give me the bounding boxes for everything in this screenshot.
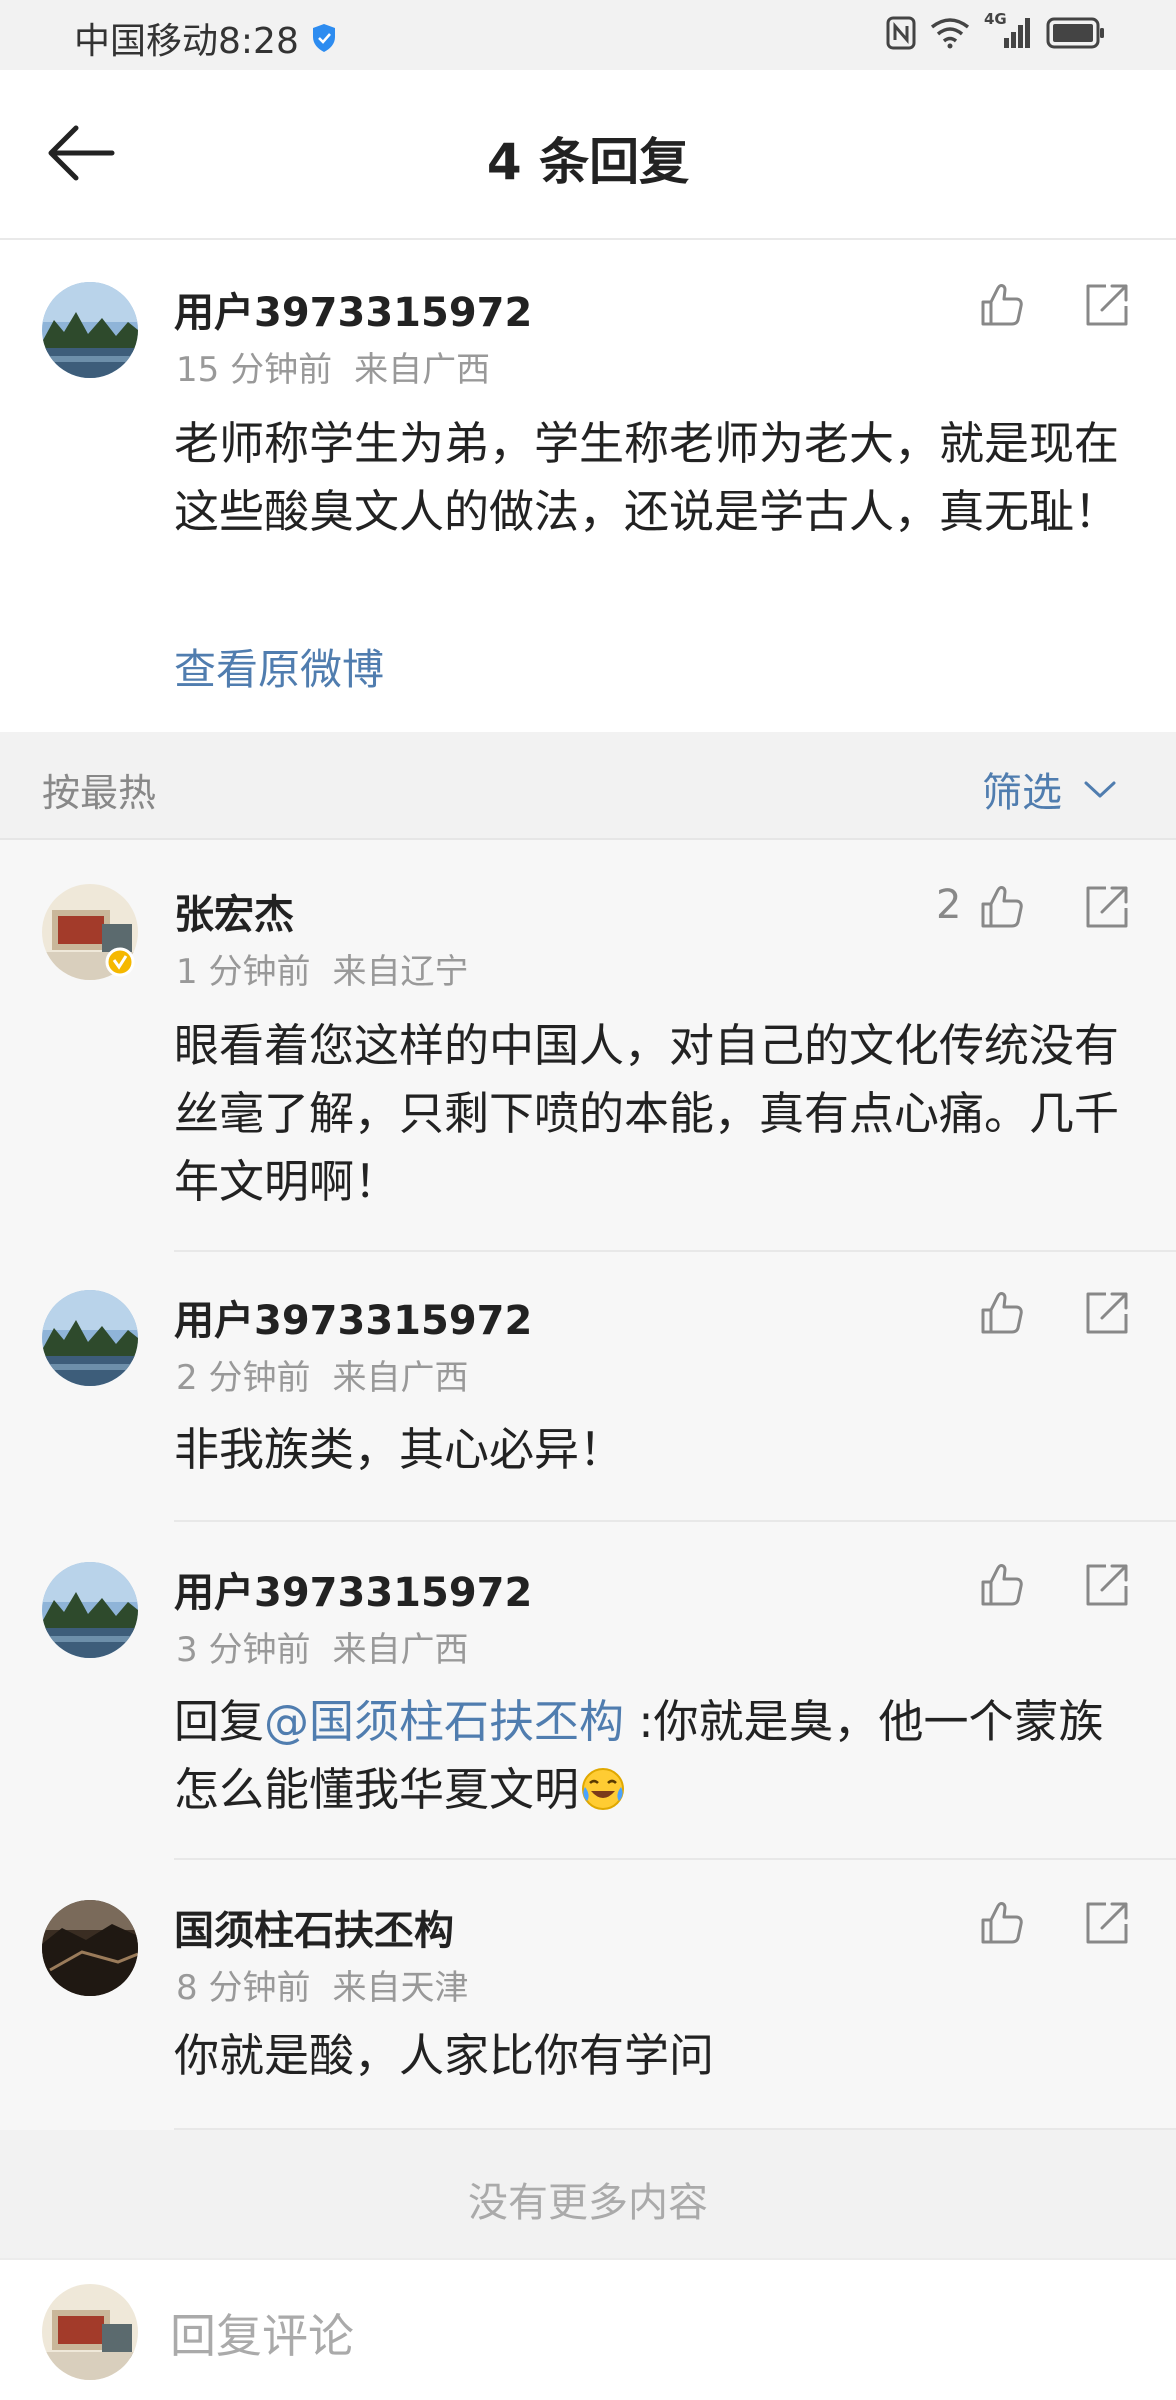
reply-time: 8 分钟前 [176, 1968, 311, 2008]
status-bar: 中国移动8:28 4G [0, 0, 1176, 70]
reply-location: 来自天津 [332, 1968, 469, 2008]
nfc-icon [886, 16, 916, 50]
share-icon[interactable] [1082, 1288, 1132, 1338]
wifi-icon [930, 18, 970, 49]
header: 4 条回复 [0, 70, 1176, 240]
reply-location: 来自辽宁 [332, 952, 469, 992]
like-icon[interactable] [976, 1560, 1026, 1610]
share-icon[interactable] [1082, 1560, 1132, 1610]
reply-input[interactable]: 回复评论 [170, 2300, 354, 2366]
comment-meta: 15 分钟前 来自广西 [176, 342, 490, 391]
share-icon[interactable] [1082, 280, 1132, 330]
original-comment: 用户3973315972 15 分钟前 来自广西 老师称学生为弟，学生称老师为老大… [0, 240, 1176, 732]
reply-content: 回复@国须柱石扶丕构 :你就是臭，他一个蒙族怎么能懂我华夏文明 [174, 1688, 1144, 1824]
reply-meta: 1 分钟前 来自辽宁 [176, 944, 468, 993]
username[interactable]: 张宏杰 [174, 882, 294, 940]
status-left: 中国移动8:28 [74, 12, 337, 64]
sort-hot-label[interactable]: 按最热 [42, 762, 156, 817]
like-icon[interactable] [976, 1288, 1026, 1338]
like-icon[interactable] [976, 280, 1026, 330]
chevron-down-icon [1084, 781, 1116, 798]
laugh-cry-emoji-icon [582, 1768, 625, 1810]
comment-time: 15 分钟前 [176, 350, 333, 390]
signal-icon: 4G [984, 10, 1032, 50]
reply-item: 用户3973315972 2 分钟前 来自广西 非我族类，其心必异！ [0, 1252, 1176, 1522]
mention-link[interactable]: @国须柱石扶丕构 [264, 1695, 624, 1748]
filter-label: 筛选 [982, 770, 1062, 816]
like-icon[interactable] [976, 882, 1026, 932]
reply-item: 张宏杰 1 分钟前 来自辽宁 2 眼看着您这样的中国人，对自己的文化传统没有丝毫了… [0, 840, 1176, 1252]
reply-item: 国须柱石扶丕构 8 分钟前 来自天津 你就是酸，人家比你有学问 [0, 1860, 1176, 2130]
comment-location: 来自广西 [354, 350, 491, 390]
username[interactable]: 用户3973315972 [174, 1560, 532, 1618]
reply-location: 来自广西 [332, 1358, 469, 1398]
comment-content: 老师称学生为弟，学生称老师为老大，就是现在这些酸臭文人的做法，还说是学古人，真无… [174, 417, 1120, 538]
avatar[interactable] [42, 1562, 138, 1658]
reply-location: 来自广西 [332, 1630, 469, 1670]
reply-meta: 8 分钟前 来自天津 [176, 1960, 468, 2009]
sort-bar: 按最热 筛选 [0, 732, 1176, 840]
reply-meta: 3 分钟前 来自广西 [176, 1622, 468, 1671]
divider [174, 2128, 1176, 2130]
carrier-time: 中国移动8:28 [74, 21, 299, 62]
reply-content: 眼看着您这样的中国人，对自己的文化传统没有丝毫了解，只剩下喷的本能，真有点心痛。… [174, 1019, 1120, 1208]
share-icon[interactable] [1082, 882, 1132, 932]
share-icon[interactable] [1082, 1898, 1132, 1948]
reply-time: 2 分钟前 [176, 1358, 311, 1398]
reply-time: 1 分钟前 [176, 952, 311, 992]
username[interactable]: 国须柱石扶丕构 [174, 1898, 454, 1956]
filter-button[interactable]: 筛选 [982, 760, 1118, 818]
no-more-label: 没有更多内容 [468, 2180, 708, 2226]
reply-content: 你就是酸，人家比你有学问 [174, 2029, 715, 2082]
username[interactable]: 用户3973315972 [174, 280, 532, 338]
status-right: 4G [886, 10, 1106, 50]
avatar[interactable] [42, 1900, 138, 1996]
page: 中国移动8:28 4G 4 条回复 用户3973315972 15 分钟前 来自… [0, 0, 1176, 2400]
my-avatar [42, 2284, 138, 2380]
avatar[interactable] [42, 282, 138, 378]
username[interactable]: 用户3973315972 [174, 1288, 532, 1346]
reply-meta: 2 分钟前 来自广西 [176, 1350, 468, 1399]
like-icon[interactable] [976, 1898, 1026, 1948]
reply-item: 用户3973315972 3 分钟前 来自广西 回复@国须柱石扶丕构 :你就是臭，… [0, 1522, 1176, 1860]
like-count: 2 [936, 882, 962, 928]
battery-icon [1046, 17, 1104, 49]
reply-time: 3 分钟前 [176, 1630, 311, 1670]
view-original-link[interactable]: 查看原微博 [174, 636, 384, 697]
avatar[interactable] [42, 884, 138, 980]
bottom-bar: 回复评论 [0, 2258, 1176, 2400]
avatar[interactable] [42, 1290, 138, 1386]
shield-icon [312, 24, 335, 52]
reply-prefix: 回复 [174, 1695, 265, 1748]
reply-content: 非我族类，其心必异！ [174, 1423, 625, 1476]
page-title: 4 条回复 [486, 133, 690, 191]
